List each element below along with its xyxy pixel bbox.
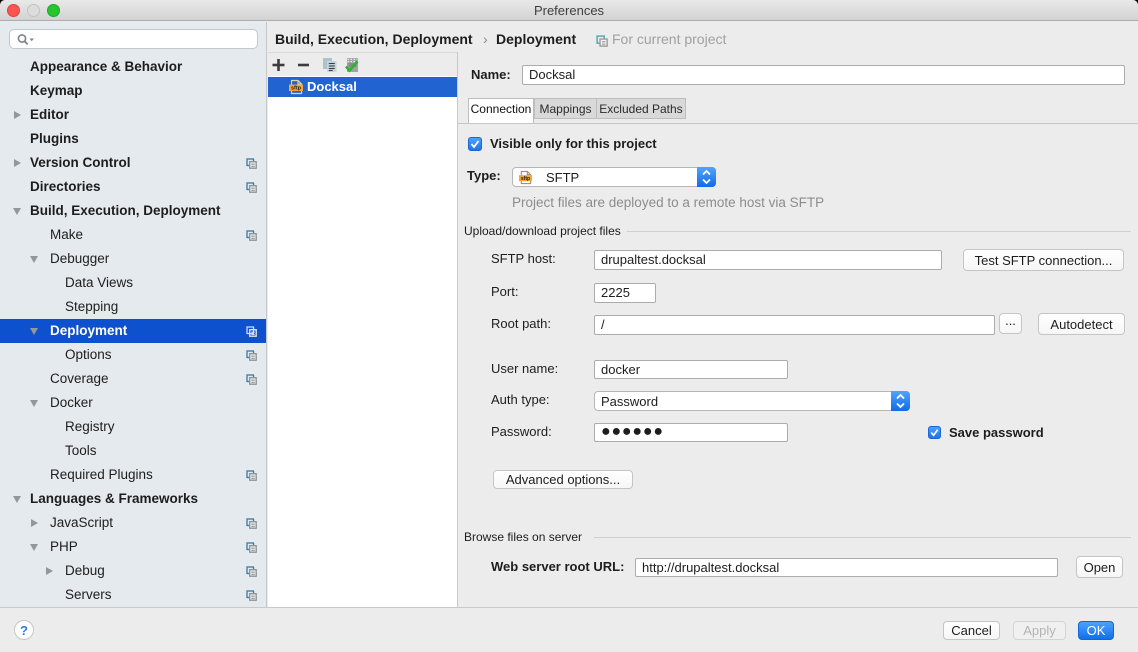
- svg-text:sftp: sftp: [521, 176, 530, 182]
- svg-text:sftp: sftp: [291, 86, 302, 92]
